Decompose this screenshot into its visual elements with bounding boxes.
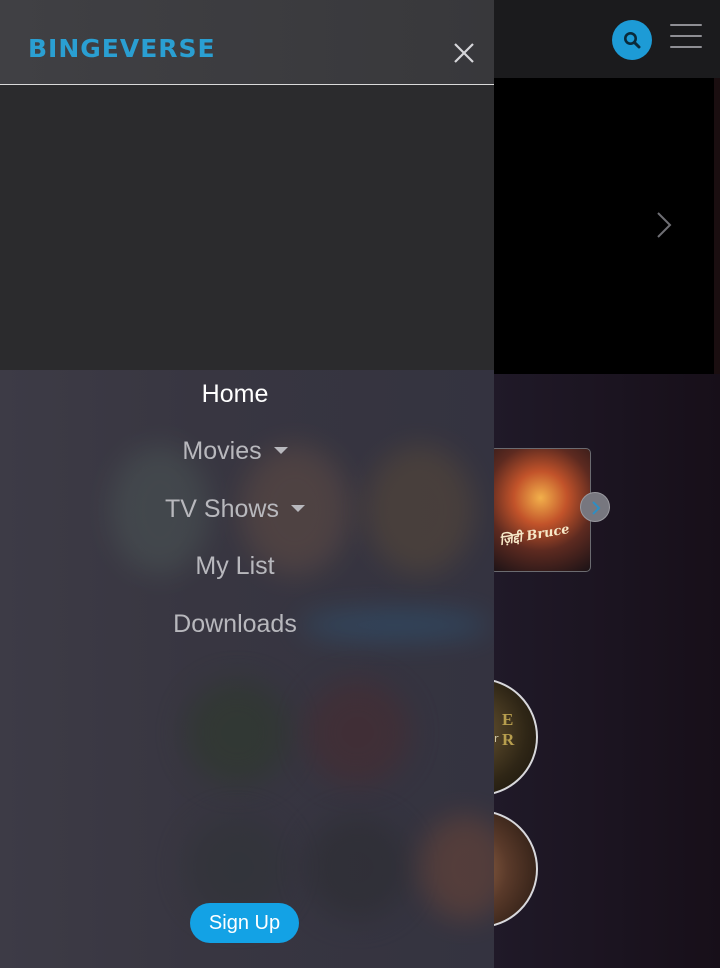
hero-next-icon[interactable] [652,205,676,245]
hero-edge [714,78,720,374]
nav-drawer: BINGEVERSE Home Movies TV Shows My List … [0,0,494,968]
blurred-circle [185,680,290,785]
search-icon [624,32,641,49]
carousel-next-button[interactable] [580,492,610,522]
search-button[interactable] [612,20,652,60]
nav-item-home[interactable]: Home [0,380,470,409]
nav-item-label: Downloads [173,610,297,638]
nav-item-tv-shows[interactable]: TV Shows [0,495,470,524]
circle-card-subtitle: r [494,732,499,745]
nav-item-label: My List [195,552,275,580]
movie-poster[interactable]: ज़िद्दी Bruce [490,448,591,572]
blurred-circle [305,680,410,785]
blurred-circle [305,815,410,920]
app-logo[interactable]: BINGEVERSE [28,36,216,61]
close-icon[interactable] [448,37,480,69]
nav-item-downloads[interactable]: Downloads [0,610,470,639]
circle-card-title: E R [502,710,519,749]
caret-down-icon [290,504,305,512]
nav-item-my-list[interactable]: My List [0,552,470,581]
nav-item-label: Movies [182,437,262,465]
chevron-right-icon [592,501,601,515]
nav-item-label: TV Shows [165,495,279,523]
caret-down-icon [273,446,288,454]
drawer-header: BINGEVERSE [0,0,494,85]
poster-title: ज़िद्दी Bruce [498,521,571,550]
nav-item-movies[interactable]: Movies [0,437,470,466]
signup-button[interactable]: Sign Up [190,903,299,943]
nav-item-label: Home [201,380,269,408]
hamburger-menu-icon[interactable] [670,24,702,52]
